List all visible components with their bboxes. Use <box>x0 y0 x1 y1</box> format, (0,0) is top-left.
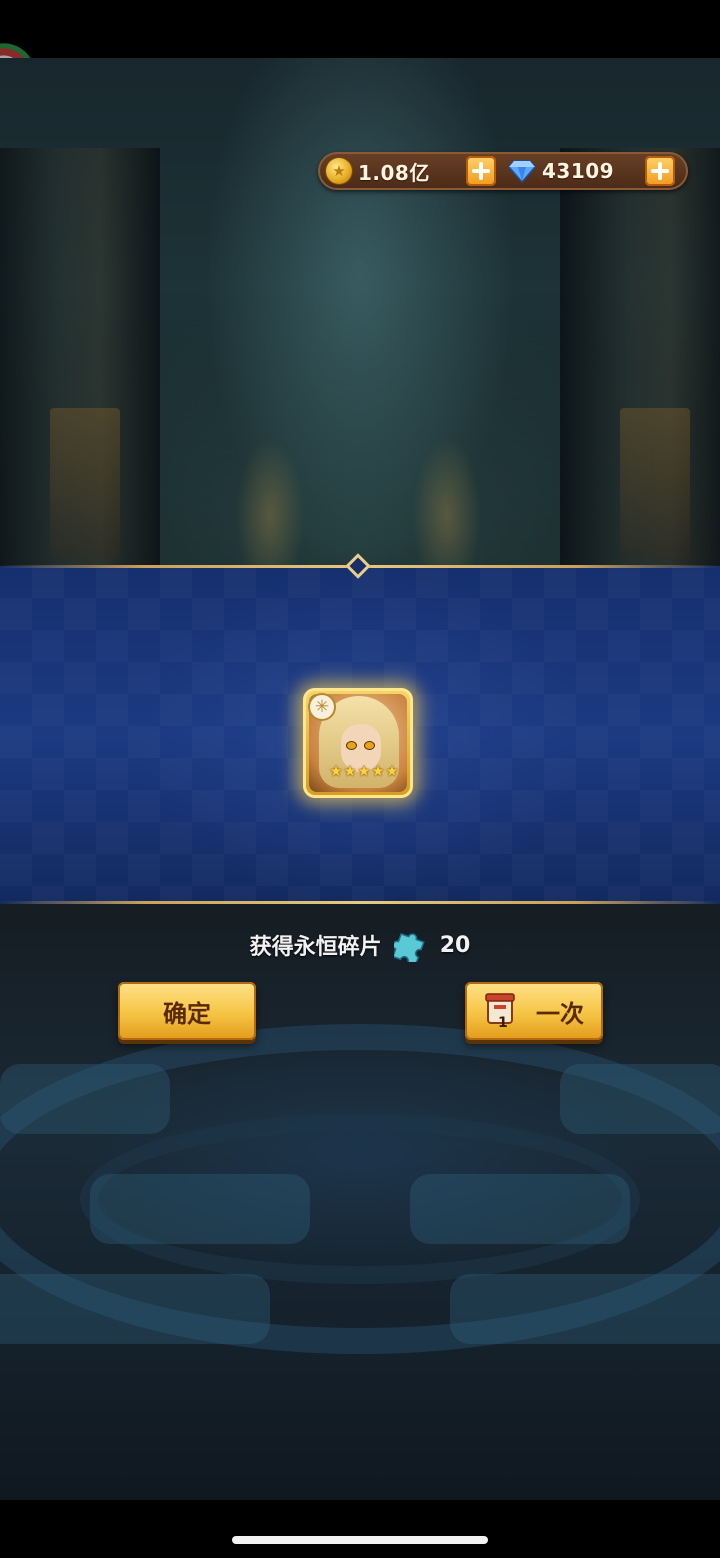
diamond-gem-icon <box>508 159 536 183</box>
gold-resource: 1.08亿 <box>326 152 430 190</box>
left-pillar <box>0 148 160 568</box>
hero-eye <box>347 742 356 749</box>
dungeon-background <box>0 58 720 568</box>
floor-slab <box>90 1174 310 1244</box>
confirm-button[interactable]: 确定 <box>118 982 256 1040</box>
gem-resource: 43109 <box>508 152 614 190</box>
glowing-arch-right <box>412 438 482 568</box>
summon-once-label: 一次 <box>536 999 584 1028</box>
gem-amount: 43109 <box>542 159 615 183</box>
summon-once-button[interactable]: 1 一次 <box>465 982 603 1040</box>
light-element-icon: ✳ <box>310 695 334 719</box>
add-gold-button[interactable] <box>466 156 496 186</box>
floor-slab <box>560 1064 720 1134</box>
star-icon: ★ <box>385 762 399 780</box>
gold-amount: 1.08亿 <box>358 160 430 185</box>
hero-eye <box>365 742 374 749</box>
floor-slab <box>0 1064 170 1134</box>
reward-count: 20 <box>439 932 471 958</box>
summon-ticket-count: 1 <box>498 1015 508 1031</box>
glowing-arch-left <box>235 438 305 568</box>
confirm-button-label: 确定 <box>163 999 211 1028</box>
reward-summary: 获得永恒碎片 20 <box>0 925 720 966</box>
star-icon: ★ <box>357 762 371 780</box>
add-gems-button[interactable] <box>645 156 675 186</box>
home-indicator[interactable] <box>232 1536 488 1544</box>
puzzle-piece-icon <box>391 928 428 966</box>
star-icon: ★ <box>371 762 385 780</box>
floor-slab <box>410 1174 630 1244</box>
reward-label: 获得永恒碎片 <box>249 935 382 960</box>
hero-card[interactable]: ✳ ★ ★ ★ ★ ★ <box>303 688 413 798</box>
star-icon: ★ <box>329 762 343 780</box>
bottom-safe-area <box>0 1500 720 1558</box>
star-icon: ★ <box>343 762 357 780</box>
status-bar-area <box>0 0 720 58</box>
right-pillar <box>560 148 720 568</box>
hero-star-rating: ★ ★ ★ ★ ★ <box>329 762 399 780</box>
floor-slab <box>450 1274 720 1344</box>
gacha-result-screen: 1.08亿 43109 ✳ ★★★★★ <box>0 0 720 1558</box>
floor-slab <box>0 1274 270 1344</box>
floor-background <box>0 904 720 1500</box>
resource-bar: 1.08亿 43109 <box>318 152 688 190</box>
summon-ticket-icon: 1 <box>484 991 518 1031</box>
gold-coin-icon <box>326 158 352 184</box>
